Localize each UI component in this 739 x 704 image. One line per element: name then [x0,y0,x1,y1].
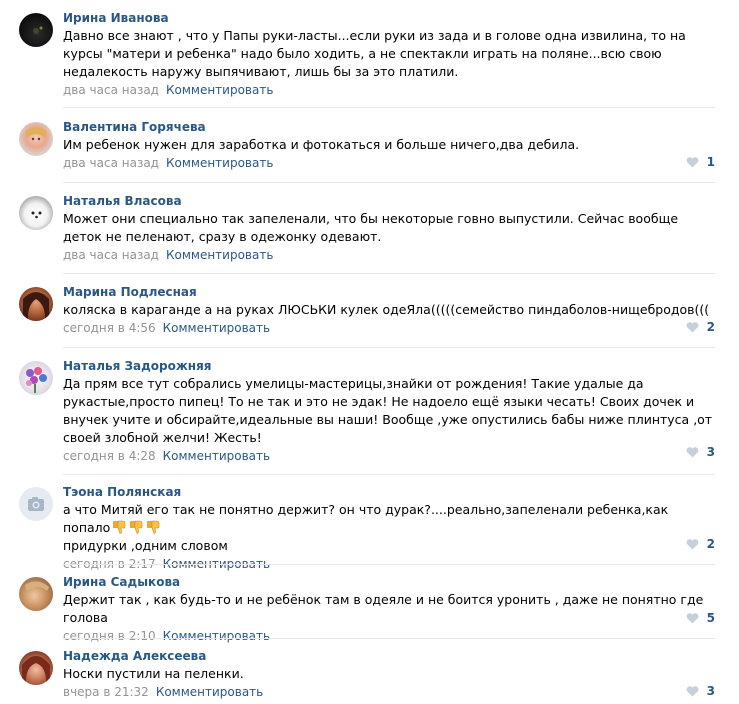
comment-text: Да прям все тут собрались умелицы-мастер… [63,376,713,445]
like-button[interactable]: 3 [686,684,715,698]
comment-time[interactable]: два часа назад [63,156,159,170]
like-button[interactable]: 1 [686,155,715,169]
like-count: 5 [706,611,715,625]
comment-author[interactable]: Марина Подлесная [63,285,197,300]
avatar[interactable] [19,651,53,685]
avatar[interactable] [19,196,53,230]
comment-author[interactable]: Надежда Алексеева [63,649,206,664]
comment-meta: два часа назад Комментировать [63,155,715,172]
heart-icon [686,685,699,696]
avatar[interactable] [19,577,53,611]
comment-text: а что Митяй его так не понятно держит? о… [63,501,715,555]
heart-icon [686,156,699,167]
comment-author[interactable]: Наталья Власова [63,194,182,209]
thumbs-down-emoji [147,520,160,534]
reply-link[interactable]: Комментировать [163,449,270,463]
like-count: 2 [706,537,715,551]
reply-link[interactable]: Комментировать [163,629,270,643]
divider [63,474,715,475]
comment-text: коляска в караганде а на руках ЛЮСЬКИ ку… [63,302,710,317]
heart-icon [686,446,699,457]
reply-link[interactable]: Комментировать [166,83,273,97]
divider [63,347,715,348]
avatar[interactable] [19,487,53,521]
avatar[interactable] [19,361,53,395]
reply-link[interactable]: Комментировать [166,248,273,262]
divider [63,273,715,274]
comment-author[interactable]: Ирина Садыкова [63,575,180,590]
comment-time[interactable]: сегодня в 4:28 [63,449,156,463]
comment-time[interactable]: вчера в 21:32 [63,685,149,699]
thumbs-down-emoji [130,520,143,534]
divider [63,564,715,565]
heart-icon [686,612,699,623]
like-button[interactable]: 3 [686,445,715,459]
like-button[interactable]: 2 [686,320,715,334]
camera-icon [28,497,44,511]
comment-meta: вчера в 21:32 Комментировать [63,684,715,701]
avatar[interactable] [19,13,53,47]
like-button[interactable]: 2 [686,537,715,551]
comment-author[interactable]: Наталья Задорожняя [63,359,212,374]
reply-link[interactable]: Комментировать [166,156,273,170]
divider [63,182,715,183]
comment-text: Им ребенок нужен для заработка и фотокат… [63,137,580,152]
comment-time[interactable]: два часа назад [63,83,159,97]
comment-text: Может они специально так запеленали, что… [63,211,679,244]
comment-author[interactable]: Ирина Иванова [63,11,169,26]
reply-link[interactable]: Комментировать [156,685,263,699]
comment-text-line2: придурки ,одним словом [63,538,228,553]
comment-meta: сегодня в 4:28 Комментировать [63,448,715,465]
comment-text: Давно все знают , что у Папы руки-ласты.… [63,28,686,79]
avatar[interactable] [19,122,53,156]
like-count: 1 [706,155,715,169]
comment-time[interactable]: два часа назад [63,248,159,262]
thumbs-down-emoji [113,520,126,534]
like-count: 3 [706,445,715,459]
comment-text: Держит так , как будь-то и не ребёнок та… [63,592,704,625]
like-count: 3 [706,684,715,698]
divider [63,107,715,108]
comment-meta: два часа назад Комментировать [63,82,715,99]
comment-time[interactable]: сегодня в 2:10 [63,629,156,643]
divider [63,638,715,639]
heart-icon [686,321,699,332]
comment-time[interactable]: сегодня в 4:56 [63,321,156,335]
avatar[interactable] [19,287,53,321]
comment-meta: сегодня в 4:56 Комментировать [63,320,715,337]
comment-meta: два часа назад Комментировать [63,247,715,264]
reply-link[interactable]: Комментировать [163,321,270,335]
like-count: 2 [706,320,715,334]
comment-author[interactable]: Тэона Полянская [63,485,181,500]
comment-text: Носки пустили на пеленки. [63,666,244,681]
comment-author[interactable]: Валентина Горячева [63,120,206,135]
heart-icon [686,538,699,549]
like-button[interactable]: 5 [686,611,715,625]
comment-meta: сегодня в 2:10 Комментировать [63,628,715,645]
